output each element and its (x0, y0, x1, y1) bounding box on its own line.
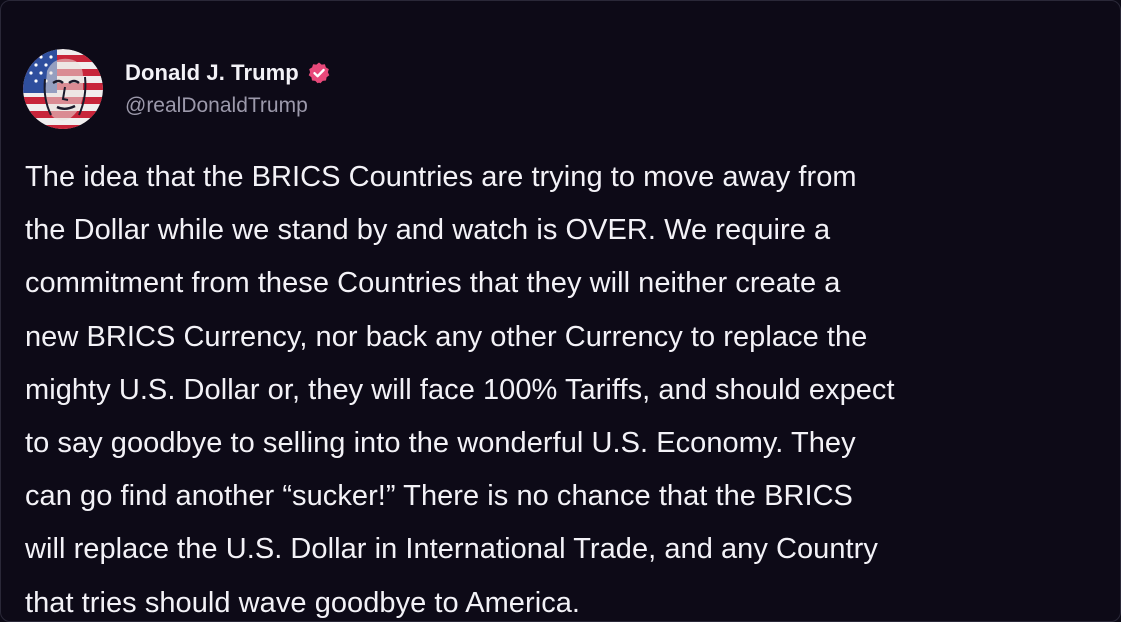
post-text-line: that tries should wave goodbye to Americ… (25, 586, 581, 619)
display-name[interactable]: Donald J. Trump (125, 60, 299, 86)
avatar-image (23, 49, 103, 129)
post-text-line: The idea that the BRICS Countries are tr… (25, 161, 857, 193)
name-row: Donald J. Trump (125, 60, 331, 86)
post-text-line: the Dollar while we stand by and watch i… (25, 214, 831, 247)
post-header: Donald J. Trump @realDonaldTrump (23, 49, 331, 129)
author-info: Donald J. Trump @realDonaldTrump (125, 60, 331, 118)
post-text-line: will replace the U.S. Dollar in Internat… (25, 533, 878, 566)
verified-badge-icon (307, 61, 331, 85)
avatar[interactable] (23, 49, 103, 129)
user-handle[interactable]: @realDonaldTrump (125, 94, 331, 118)
post-text-line: can go find another “sucker!” There is n… (25, 480, 853, 513)
post-body: The idea that the BRICS Countries are tr… (25, 151, 1110, 622)
post-text-line: mighty U.S. Dollar or, they will face 10… (25, 373, 895, 406)
post-card: Donald J. Trump @realDonaldTrump The ide… (0, 0, 1121, 622)
post-text-line: to say goodbye to selling into the wonde… (25, 427, 856, 460)
post-text-line: new BRICS Currency, nor back any other C… (25, 320, 868, 353)
post-text-line: commitment from these Countries that the… (25, 267, 841, 300)
